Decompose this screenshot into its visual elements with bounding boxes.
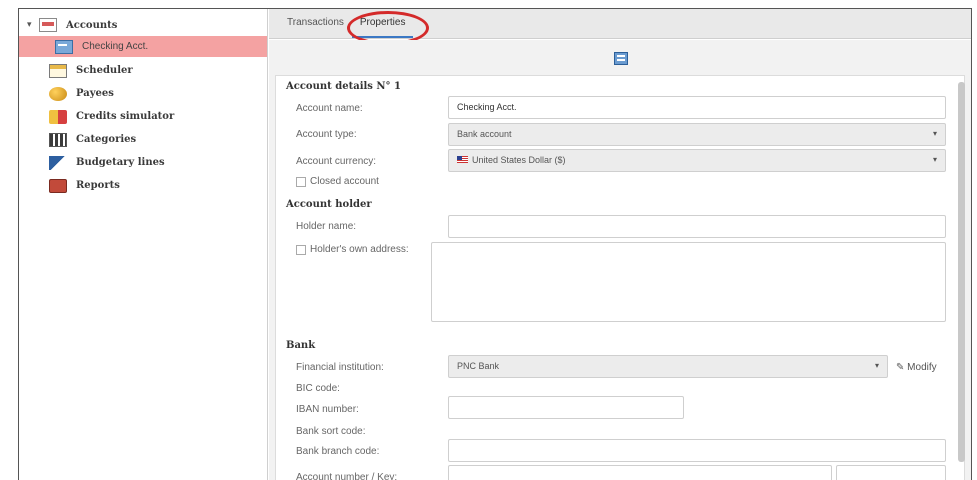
holder-name-field[interactable] [448,215,946,238]
scheduler-icon [49,63,67,78]
checking-icon [55,39,73,54]
account-currency-select[interactable]: United States Dollar ($) ▾ [448,149,946,172]
financial-institution-value: PNC Bank [457,361,500,371]
properties-form: Account details N° 1 Account name: Check… [275,75,965,480]
tab-transactions[interactable]: Transactions [279,10,352,38]
tab-bar: Transactions Properties [269,9,971,39]
sidebar-item-label: Scheduler [76,65,133,76]
account-number-key-label: Account number / Key: [296,472,398,480]
sidebar-item-label: Reports [76,180,120,191]
sidebar-item-label: Categories [76,134,137,145]
sidebar-item-label: Accounts [66,19,118,31]
budget-icon [49,155,67,170]
bank-branch-code-field[interactable] [448,439,946,462]
reports-icon [49,178,67,193]
closed-account-checkbox[interactable]: Closed account [296,176,379,187]
categories-icon [49,132,67,147]
pencil-icon: ✎ [896,362,905,373]
bank-branch-code-label: Bank branch code: [296,446,380,457]
account-name-label: Account name: [296,103,363,114]
sidebar-item-label: Checking Acct. [82,41,149,52]
sidebar-item-reports[interactable]: Reports [19,174,267,197]
sidebar-item-budgetary-lines[interactable]: Budgetary lines [19,151,267,174]
sidebar-item-label: Credits simulator [76,111,175,122]
sidebar-item-accounts[interactable]: ▾ Accounts [19,14,267,36]
payees-icon [49,86,67,101]
us-flag-icon [457,156,468,163]
sidebar-item-label: Budgetary lines [76,157,165,168]
sidebar-item-categories[interactable]: Categories [19,128,267,151]
account-name-field[interactable]: Checking Acct. [448,96,946,119]
accounts-icon [39,18,57,32]
sidebar-item-label: Payees [76,88,114,99]
holder-name-label: Holder name: [296,221,357,232]
iban-label: IBAN number: [296,404,359,415]
holder-address-checkbox[interactable]: Holder's own address: [296,244,409,255]
account-currency-label: Account currency: [296,156,377,167]
sidebar: ▾ Accounts Checking Acct. Scheduler Paye… [19,9,268,480]
iban-field[interactable] [448,396,684,419]
account-currency-value: United States Dollar ($) [472,155,566,165]
sidebar-item-payees[interactable]: Payees [19,82,267,105]
section-account-holder: Account holder [286,199,372,210]
chevron-down-icon: ▾ [932,129,937,138]
modify-label: Modify [907,362,937,373]
section-account-details: Account details N° 1 [286,81,401,92]
account-number-field[interactable] [448,465,832,480]
vertical-scrollbar[interactable] [958,82,965,462]
account-type-label: Account type: [296,129,357,140]
account-type-select[interactable]: Bank account ▾ [448,123,946,146]
sidebar-item-scheduler[interactable]: Scheduler [19,59,267,82]
bic-code-label: BIC code: [296,383,340,394]
checkbox-box[interactable] [296,176,306,187]
holder-address-label: Holder's own address: [310,244,409,255]
account-icon [614,52,628,65]
sidebar-item-checking-acct[interactable]: Checking Acct. [19,36,267,57]
credits-icon [49,109,67,124]
tab-properties[interactable]: Properties [351,10,414,38]
bank-sort-code-label: Bank sort code: [296,426,366,437]
account-type-value: Bank account [457,129,512,139]
modify-button[interactable]: ✎ Modify [896,362,937,373]
chevron-down-icon: ▾ [874,361,879,370]
financial-institution-select[interactable]: PNC Bank ▾ [448,355,888,378]
section-bank: Bank [286,340,316,351]
chevron-down-icon: ▾ [932,155,937,164]
app-window: ▾ Accounts Checking Acct. Scheduler Paye… [18,8,972,480]
sidebar-item-credits-simulator[interactable]: Credits simulator [19,105,267,128]
financial-institution-label: Financial institution: [296,362,384,373]
properties-pane: Account details N° 1 Account name: Check… [269,40,971,480]
account-key-field[interactable] [836,465,946,480]
expander-icon[interactable]: ▾ [27,20,39,30]
holder-address-textarea[interactable] [431,242,946,322]
closed-account-label: Closed account [310,176,379,187]
checkbox-box[interactable] [296,244,306,255]
